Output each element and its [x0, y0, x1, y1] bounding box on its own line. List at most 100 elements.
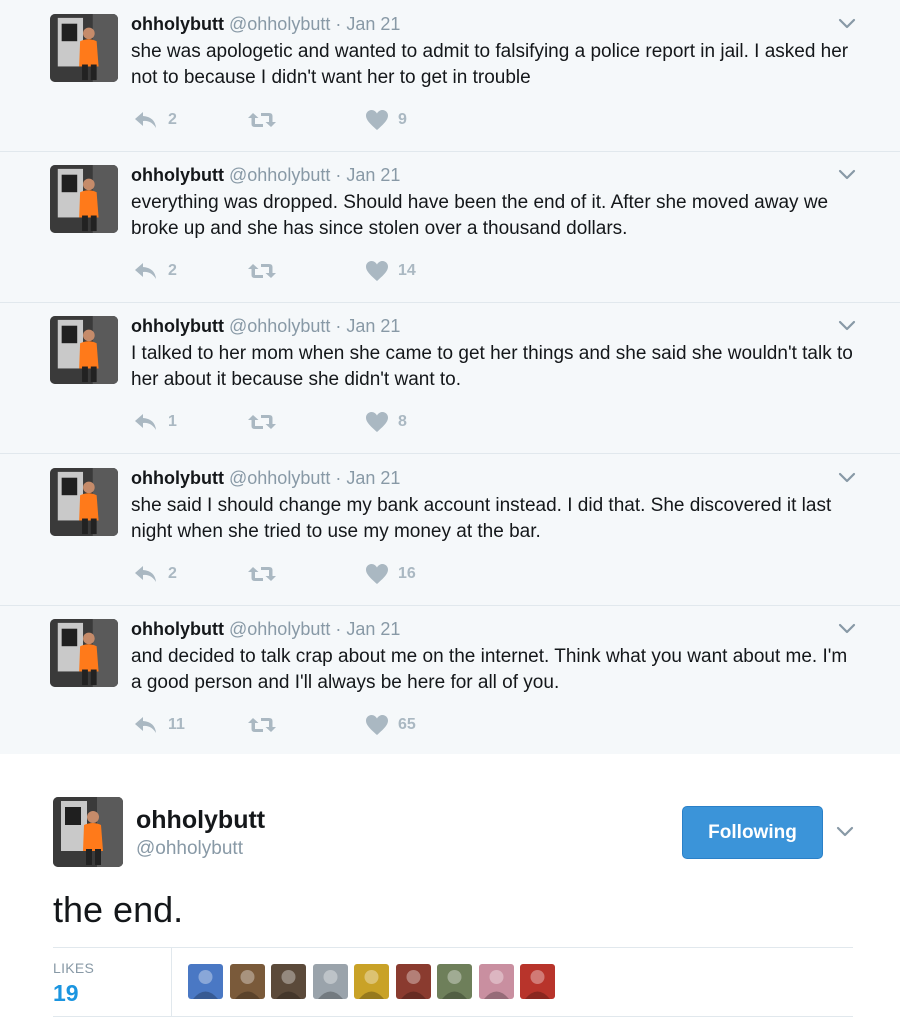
thread-tweet[interactable]: ohholybutt @ohholybutt · Jan 21 she was … [0, 0, 900, 152]
like-count: 14 [398, 262, 416, 280]
author-avatar[interactable] [53, 797, 123, 867]
retweet-button[interactable] [247, 258, 277, 284]
separator-dot: · [335, 14, 347, 34]
like-button[interactable]: 16 [365, 561, 416, 587]
tweet-header: ohholybutt @ohholybutt · Jan 21 [131, 13, 400, 35]
reply-button[interactable]: 1 [133, 409, 177, 435]
reply-arrow-icon [133, 563, 159, 585]
heart-icon [365, 260, 389, 282]
like-count: 65 [398, 715, 416, 733]
tweet-date[interactable]: Jan 21 [346, 14, 400, 34]
author-avatar[interactable] [50, 467, 118, 536]
liker-avatar[interactable] [437, 964, 472, 999]
author-handle[interactable]: @ohholybutt [229, 165, 330, 185]
tweet-date[interactable]: Jan 21 [346, 165, 400, 185]
chevron-down-icon[interactable] [836, 163, 858, 185]
separator-dot: · [335, 165, 347, 186]
tweet-date[interactable]: Jan 21 [346, 468, 400, 488]
chevron-down-icon[interactable] [836, 12, 858, 34]
like-count: 8 [398, 413, 407, 431]
chevron-down-icon[interactable] [836, 617, 858, 639]
retweet-button[interactable] [247, 561, 277, 587]
author-name[interactable]: ohholybutt [131, 14, 224, 34]
reply-count: 2 [168, 111, 177, 128]
conversation-thread: ohholybutt @ohholybutt · Jan 21 she was … [0, 0, 900, 757]
author-handle[interactable]: @ohholybutt [229, 14, 330, 34]
reply-count: 2 [168, 564, 177, 582]
author-name[interactable]: ohholybutt [136, 806, 265, 835]
retweet-button[interactable] [247, 409, 277, 435]
tweet-actions: 2 14 [131, 258, 531, 284]
likes-label: LIKES [53, 960, 95, 976]
author-handle[interactable]: @ohholybutt [229, 468, 330, 488]
liker-avatar[interactable] [520, 964, 555, 999]
reply-count: 2 [168, 262, 177, 280]
chevron-down-icon[interactable] [836, 466, 858, 488]
tweet-text: the end. [53, 889, 184, 930]
tweet-actions: 11 65 [131, 712, 531, 738]
like-count: 9 [398, 111, 407, 128]
author-name[interactable]: ohholybutt [131, 619, 224, 639]
following-button[interactable]: Following [682, 806, 823, 859]
tweet-date[interactable]: Jan 21 [346, 316, 400, 336]
reply-button[interactable]: 11 [133, 712, 185, 738]
retweet-button[interactable] [247, 712, 277, 738]
author-avatar[interactable] [50, 14, 118, 82]
like-button[interactable]: 14 [365, 258, 416, 284]
separator-dot: · [335, 467, 347, 488]
author-name[interactable]: ohholybutt [131, 165, 224, 185]
chevron-down-icon[interactable] [834, 820, 856, 842]
liker-avatar[interactable] [188, 964, 223, 999]
reply-button[interactable]: 2 [133, 561, 177, 587]
author-name[interactable]: ohholybutt [131, 316, 224, 336]
tweet-actions: 2 9 [131, 107, 531, 133]
liker-avatar[interactable] [229, 964, 265, 999]
tweet-header: ohholybutt @ohholybutt · Jan 21 [131, 467, 400, 489]
tweet-actions: 2 16 [131, 561, 531, 587]
retweet-icon [247, 109, 277, 131]
author-avatar[interactable] [50, 316, 118, 385]
author-avatar[interactable] [50, 165, 118, 234]
like-button[interactable]: 65 [365, 712, 416, 738]
tweet-text: and decided to talk crap about me on the… [131, 645, 848, 693]
reply-arrow-icon [133, 109, 159, 131]
reply-arrow-icon [133, 714, 159, 736]
like-button[interactable]: 8 [365, 409, 407, 435]
retweet-icon [247, 714, 277, 736]
retweet-icon [247, 411, 277, 433]
tweet-header: ohholybutt @ohholybutt · Jan 21 [131, 164, 400, 186]
like-button[interactable]: 9 [365, 107, 407, 133]
thread-tweet[interactable]: ohholybutt @ohholybutt · Jan 21 and deci… [0, 605, 900, 757]
heart-icon [365, 714, 389, 736]
main-tweet: ohholybutt @ohholybutt Following the end… [0, 754, 900, 1026]
author-handle[interactable]: @ohholybutt [229, 316, 330, 336]
likes-count[interactable]: 19 [53, 980, 79, 1007]
thread-tweet[interactable]: ohholybutt @ohholybutt · Jan 21 I talked… [0, 302, 900, 455]
tweet-date[interactable]: Jan 21 [346, 619, 400, 639]
liker-avatar[interactable] [354, 964, 389, 999]
stats-divider [171, 948, 172, 1016]
tweet-header: ohholybutt @ohholybutt · Jan 21 [131, 618, 400, 640]
reply-arrow-icon [133, 411, 159, 433]
thread-tweet[interactable]: ohholybutt @ohholybutt · Jan 21 she said… [0, 454, 900, 606]
reply-arrow-icon [133, 260, 159, 282]
liker-avatar[interactable] [312, 964, 348, 999]
reply-button[interactable]: 2 [133, 107, 177, 133]
author-avatar[interactable] [50, 618, 118, 687]
liker-avatar[interactable] [395, 964, 431, 999]
thread-tweet[interactable]: ohholybutt @ohholybutt · Jan 21 everythi… [0, 151, 900, 304]
tweet-text: I talked to her mom when she came to get… [131, 343, 853, 391]
author-name[interactable]: ohholybutt [131, 468, 224, 488]
author-handle[interactable]: @ohholybutt [136, 838, 243, 860]
tweet-header: ohholybutt @ohholybutt · Jan 21 [131, 315, 400, 337]
chevron-down-icon[interactable] [836, 314, 858, 336]
liker-avatar[interactable] [271, 964, 306, 999]
heart-icon [365, 109, 389, 131]
like-count: 16 [398, 564, 416, 582]
tweet-text: everything was dropped. Should have been… [131, 192, 829, 240]
author-handle[interactable]: @ohholybutt [229, 619, 330, 639]
reply-count: 11 [168, 715, 185, 733]
retweet-button[interactable] [247, 107, 277, 133]
reply-button[interactable]: 2 [133, 258, 177, 284]
liker-avatar[interactable] [478, 964, 514, 999]
